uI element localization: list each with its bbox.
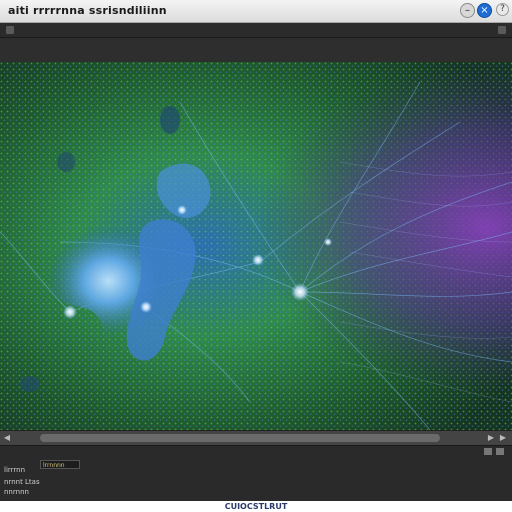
status-line-1: lirrrnn (4, 466, 26, 474)
light-node-4 (140, 301, 152, 313)
panel-expand-icon[interactable] (496, 448, 504, 455)
light-node-5 (177, 205, 187, 215)
image-canvas[interactable] (0, 62, 512, 430)
light-node-6 (324, 238, 332, 246)
scroll-thumb[interactable] (40, 434, 440, 442)
title-bar[interactable]: aiti rrrrrnna ssrisndiliinn – × ? (0, 0, 512, 23)
fractal-image (0, 62, 512, 430)
dark-spot-bottom (20, 376, 40, 392)
horizontal-scrollbar[interactable]: ◀ ▶ ▶ (0, 430, 512, 445)
app-window: aiti rrrrrnna ssrisndiliinn – × ? ◀ ▶ ▶ … (0, 0, 512, 501)
close-icon[interactable]: × (477, 3, 492, 18)
status-line-2: nrnnt Ltas (4, 478, 40, 486)
light-node-3 (63, 305, 77, 319)
status-field[interactable]: lrrnnnn (40, 460, 80, 469)
light-node-2 (252, 254, 264, 266)
help-icon[interactable]: ? (496, 3, 509, 16)
minimize-icon[interactable]: – (460, 3, 475, 18)
scroll-right-icon[interactable]: ▶ (486, 433, 496, 443)
scroll-end-icon[interactable]: ▶ (498, 433, 508, 443)
menu-icon[interactable] (6, 26, 14, 34)
window-title: aiti rrrrrnna ssrisndiliinn (8, 4, 167, 17)
status-panel: lrrnnnn lirrrnn nrnnt Ltas nnrnnn (0, 445, 512, 501)
options-icon[interactable] (498, 26, 506, 34)
dark-spot-top (160, 106, 180, 134)
status-line-3: nnrnnn (4, 488, 29, 496)
dark-spot-left (57, 152, 75, 172)
panel-toggle-icon[interactable] (484, 448, 492, 455)
scroll-left-icon[interactable]: ◀ (2, 433, 12, 443)
footer-caption: CUIOCSTLRUT (224, 502, 288, 511)
light-node-1 (291, 283, 309, 301)
toolbar (0, 23, 512, 38)
